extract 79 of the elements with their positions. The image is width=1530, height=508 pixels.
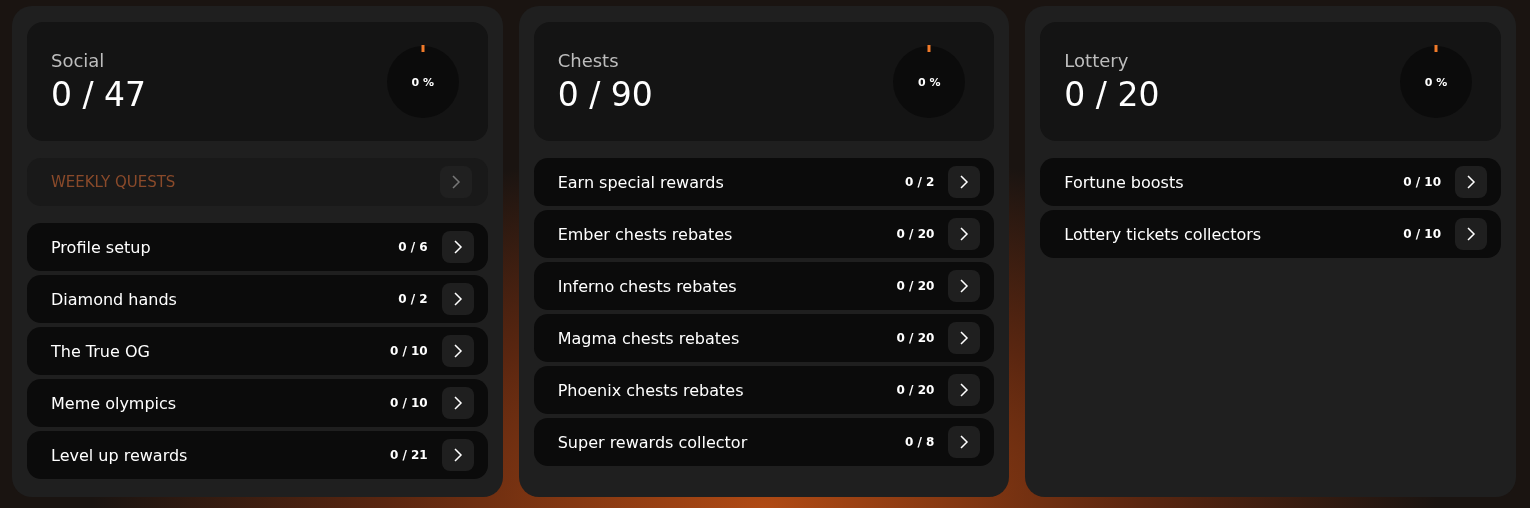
quest-count: 0 / 10: [389, 396, 428, 410]
category-title: Social: [51, 49, 106, 71]
quest-label: Inferno chests rebates: [557, 276, 738, 296]
chevron-button[interactable]: [948, 374, 981, 406]
quest-count: 0 / 10: [1403, 175, 1441, 189]
chevron-button[interactable]: [441, 439, 474, 471]
chevron-right-icon: [959, 174, 970, 190]
chevron-button[interactable]: [441, 387, 474, 419]
quest-count: 0 / 21: [389, 448, 428, 462]
chevron-right-icon: [959, 226, 970, 242]
start-marker: [927, 44, 931, 52]
chevron-right-icon: [452, 343, 463, 359]
quest-label: Profile setup: [51, 237, 152, 257]
quest-row[interactable]: Inferno chests rebates 0 / 20: [533, 262, 995, 310]
start-marker: [421, 44, 425, 52]
quest-row[interactable]: Level up rewards 0 / 21: [27, 431, 488, 479]
progress-count: 0 / 90: [557, 74, 653, 114]
quest-count: 0 / 8: [904, 435, 935, 449]
quest-label: Meme olympics: [51, 393, 178, 413]
chevron-right-icon: [452, 291, 463, 307]
quest-row[interactable]: Earn special rewards 0 / 2: [533, 158, 995, 206]
quest-row[interactable]: Lottery tickets collectors 0 / 10: [1040, 210, 1501, 258]
chevron-button[interactable]: [948, 218, 981, 250]
quest-row[interactable]: Phoenix chests rebates 0 / 20: [533, 366, 995, 414]
quest-count: 0 / 20: [896, 279, 935, 293]
quest-row[interactable]: Fortune boosts 0 / 10: [1040, 158, 1501, 206]
chevron-right-icon: [959, 278, 970, 294]
chevron-button[interactable]: [441, 283, 474, 315]
chevron-button[interactable]: [948, 166, 981, 198]
weekly-quests-label: WEEKLY QUESTS: [51, 173, 176, 191]
quest-label: Earn special rewards: [557, 172, 725, 192]
percent-label: 0 %: [1424, 75, 1448, 88]
quest-row[interactable]: Meme olympics 0 / 10: [27, 379, 488, 427]
quest-count: 0 / 20: [896, 227, 935, 241]
quest-count: 0 / 6: [398, 240, 428, 254]
quest-count: 0 / 10: [1403, 227, 1441, 241]
chevron-right-icon: [1466, 226, 1476, 242]
chevron-right-icon: [1466, 174, 1476, 190]
chevron-button[interactable]: [441, 335, 474, 367]
quest-label: Fortune boosts: [1064, 172, 1185, 192]
quest-label: Diamond hands: [51, 289, 178, 309]
chevron-button[interactable]: [1455, 218, 1487, 250]
quest-count: 0 / 2: [398, 292, 428, 306]
quest-row[interactable]: Ember chests rebates 0 / 20: [533, 210, 995, 258]
percent-label: 0 %: [411, 75, 434, 88]
chevron-right-icon: [959, 330, 970, 346]
quest-label: Level up rewards: [51, 445, 189, 465]
quest-label: Phoenix chests rebates: [557, 380, 745, 400]
chevron-right-icon: [959, 434, 970, 450]
quest-row[interactable]: Super rewards collector 0 / 8: [533, 418, 995, 466]
chevron-button[interactable]: [1455, 166, 1487, 198]
quest-row[interactable]: Profile setup 0 / 6: [27, 223, 488, 271]
quest-label: Ember chests rebates: [557, 224, 734, 244]
progress-count: 0 / 47: [51, 74, 147, 114]
quest-count: 0 / 2: [904, 175, 935, 189]
quest-row[interactable]: Diamond hands 0 / 2: [27, 275, 488, 323]
start-marker: [1434, 44, 1438, 52]
quest-count: 0 / 20: [896, 331, 935, 345]
category-title: Lottery: [1064, 49, 1130, 71]
quest-row[interactable]: Magma chests rebates 0 / 20: [533, 314, 995, 362]
progress-count: 0 / 20: [1064, 74, 1160, 114]
chevron-button[interactable]: [948, 426, 981, 458]
category-title: Chests: [557, 49, 620, 71]
chevron-right-icon: [450, 174, 461, 190]
quest-label: Lottery tickets collectors: [1064, 224, 1263, 244]
quest-count: 0 / 10: [389, 344, 428, 358]
quest-label: The True OG: [51, 341, 151, 361]
chevron-button[interactable]: [441, 231, 474, 263]
chevron-right-icon: [452, 447, 463, 463]
percent-label: 0 %: [918, 75, 941, 88]
chevron-button[interactable]: [948, 270, 981, 302]
chevron-right-icon: [452, 395, 463, 411]
chevron-right-icon: [452, 239, 463, 255]
chevron-right-icon: [959, 382, 970, 398]
quest-count: 0 / 20: [896, 383, 935, 397]
quest-label: Super rewards collector: [557, 432, 749, 452]
chevron-button[interactable]: [948, 322, 981, 354]
quest-label: Magma chests rebates: [557, 328, 741, 348]
quest-row[interactable]: The True OG 0 / 10: [27, 327, 488, 375]
